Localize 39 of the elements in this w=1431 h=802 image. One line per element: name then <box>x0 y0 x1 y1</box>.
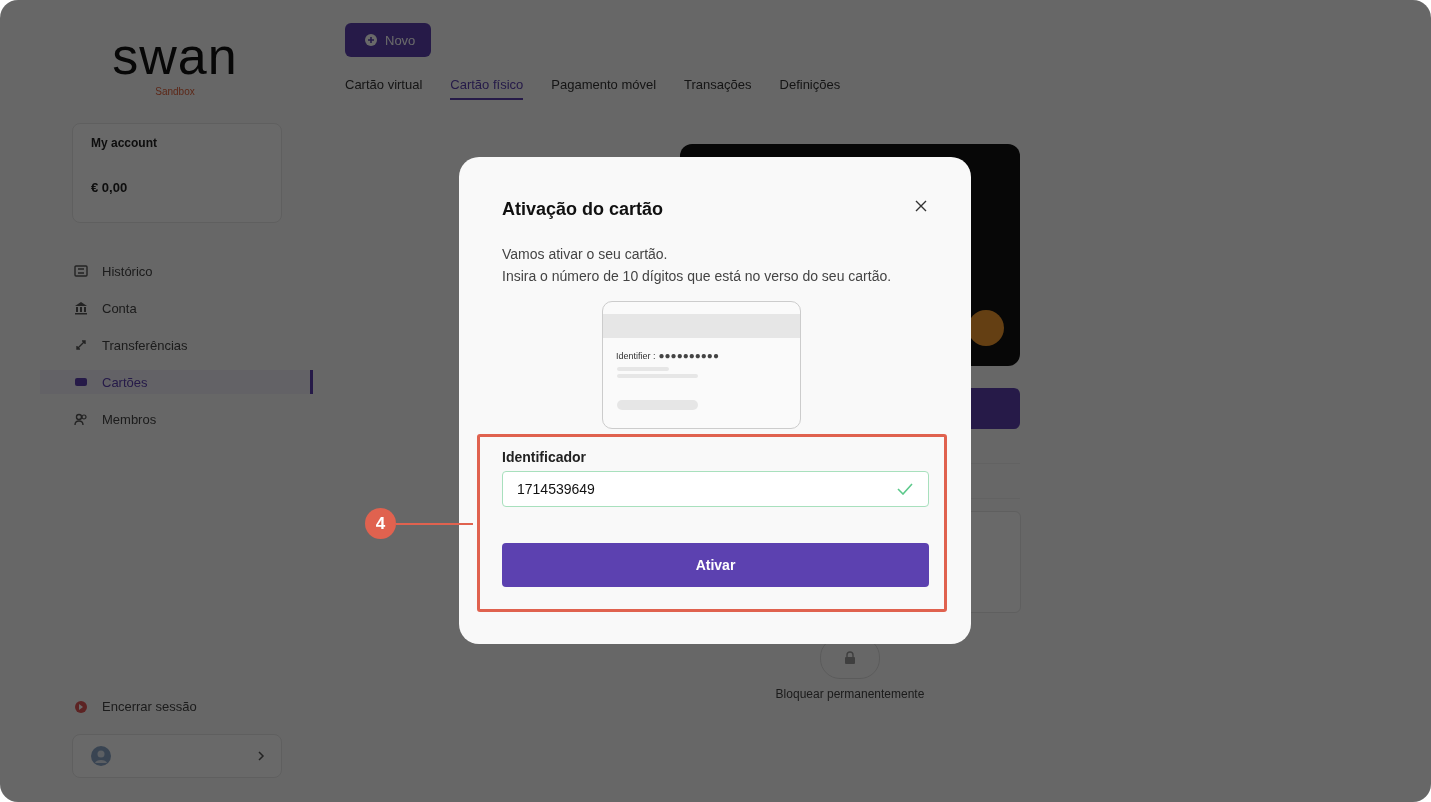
lock-icon <box>843 651 857 665</box>
account-name: My account <box>91 136 158 150</box>
account-card[interactable]: My account € 0,00 <box>72 123 282 223</box>
tab[interactable]: Definições <box>779 77 841 100</box>
close-icon <box>915 199 927 212</box>
activate-button[interactable]: Ativar <box>502 543 929 587</box>
instruction-text: Vamos ativar o seu cartão. <box>502 245 669 264</box>
field-label: Identificador <box>502 449 587 465</box>
arrows-icon <box>74 338 88 352</box>
new-button[interactable]: Novo <box>345 23 432 57</box>
sidebar-item[interactable]: Transferências <box>40 333 313 357</box>
brand-logo: swan <box>112 28 238 84</box>
step-number: 4 <box>365 508 396 539</box>
tab[interactable]: Pagamento móvel <box>551 77 657 100</box>
instruction-text: Insira o número de 10 dígitos que está no verso do seu cartão. <box>502 267 893 286</box>
tab[interactable]: Cartão físico <box>450 77 524 100</box>
dialog-title: Ativação do cartão <box>502 199 664 220</box>
sidebar-item[interactable]: Membros <box>40 407 313 431</box>
block-label: Bloquear permanentemente <box>775 687 925 701</box>
chevron-icon <box>257 751 265 761</box>
logout-icon <box>74 699 88 714</box>
logout-link[interactable]: Encerrar sessão <box>40 699 280 714</box>
avatar-icon <box>91 746 111 766</box>
card-icon <box>74 375 88 389</box>
sidebar-item[interactable]: Conta <box>40 296 313 320</box>
check-icon <box>897 483 913 495</box>
account-balance: € 0,00 <box>91 180 129 195</box>
tab[interactable]: Transações <box>684 77 752 100</box>
environment-label: Sandbox <box>155 86 195 97</box>
identifier-label: Identifier : <box>616 350 656 361</box>
tab[interactable]: Cartão virtual <box>345 77 423 100</box>
sidebar-item[interactable]: Cartões <box>40 370 313 394</box>
people-icon <box>74 412 88 426</box>
list-icon <box>74 264 88 278</box>
masked-digits: ●●●●●●●●●● <box>658 350 719 361</box>
identifier-field[interactable]: 1714539649 <box>502 471 929 507</box>
bank-icon <box>74 301 88 315</box>
sidebar-item[interactable]: Histórico <box>40 259 313 283</box>
plus-icon <box>365 34 377 46</box>
